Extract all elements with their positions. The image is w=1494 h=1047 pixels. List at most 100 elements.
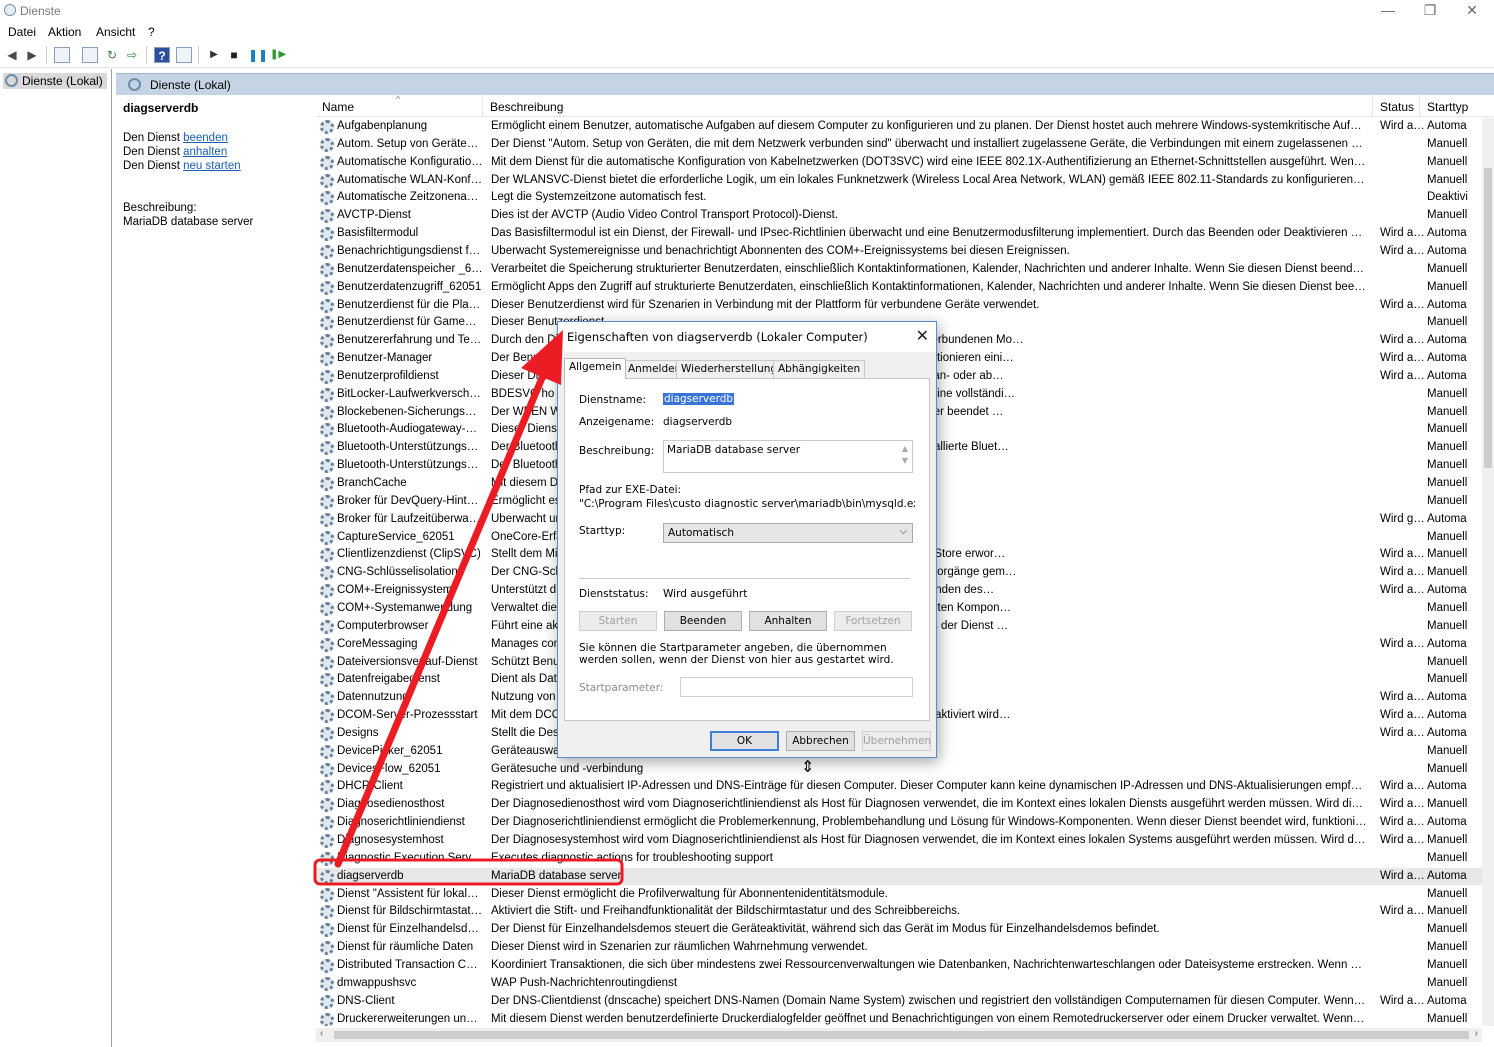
pause-button[interactable]: Anhalten (749, 611, 827, 631)
service-name-cell: CNG-Schlüsselisolation (337, 566, 458, 579)
column-divider[interactable] (1419, 95, 1420, 117)
gear-icon (320, 155, 334, 170)
table-row[interactable]: Automatische WLAN-Konfi… Der WLANSVC-Dien… (316, 172, 1482, 190)
table-row[interactable]: Automatische Zeitzonenakt… Legt die Syste… (316, 189, 1482, 207)
table-row[interactable]: Dienst für räumliche Daten Dieser Dienst … (316, 939, 1482, 957)
service-status-cell: Wird au… (1380, 834, 1430, 846)
scroll-right-icon[interactable]: › (1475, 1028, 1478, 1039)
column-divider[interactable] (1372, 95, 1373, 117)
scroll-thumb[interactable] (334, 1031, 1469, 1039)
horizontal-scrollbar[interactable]: ‹ › (316, 1028, 1482, 1042)
service-status-cell: Wird au… (1380, 548, 1430, 561)
table-row[interactable]: Druckererweiterungen und … Mit diesem Die… (316, 1011, 1482, 1026)
table-row[interactable]: Benutzerdatenzugriff_62051 Ermöglicht App… (316, 279, 1482, 297)
service-description-cell: Der Diagnoserichtliniendienst ermöglicht… (491, 816, 1367, 829)
vertical-scrollbar[interactable] (1482, 118, 1494, 1026)
ok-button[interactable]: OK (710, 731, 779, 751)
table-row[interactable]: Autom. Setup von Geräten, … Der Dienst "A… (316, 136, 1482, 154)
description-scroll-icon[interactable]: ▲ ▼ (900, 443, 910, 471)
scroll-left-icon[interactable]: ‹ (320, 1028, 323, 1039)
table-row[interactable]: Automatische Konfiguratio… Mit dem Dienst… (316, 154, 1482, 172)
pause-service-link[interactable]: anhalten (183, 146, 227, 158)
tab-abhaengigkeiten[interactable]: Abhängigkeiten (773, 360, 866, 378)
gear-icon (320, 726, 334, 741)
table-row[interactable]: Aufgabenplanung Ermöglicht einem Benutzer… (316, 118, 1482, 136)
maximize-button[interactable]: ❐ (1410, 1, 1450, 21)
menu-ansicht[interactable]: Ansicht (96, 25, 135, 39)
menu-datei[interactable]: Datei (8, 25, 36, 39)
forward-icon[interactable]: ▶ (24, 47, 40, 63)
startparam-input[interactable] (680, 677, 913, 697)
table-row[interactable]: Benutzerdatenspeicher _620… Verarbeitet d… (316, 261, 1482, 279)
refresh-icon[interactable]: ↻ (104, 47, 120, 63)
cancel-button[interactable]: Abbrechen (786, 731, 855, 751)
table-row[interactable]: DHCP-Client Registriert und aktualisiert … (316, 778, 1482, 796)
stop-service-link[interactable]: beenden (183, 132, 228, 144)
column-status[interactable]: Status (1380, 100, 1414, 114)
service-description-cell: Dies ist der AVCTP (Audio Video Control … (491, 209, 839, 222)
column-description[interactable]: Beschreibung (490, 100, 563, 114)
table-row[interactable]: Benachrichtigungsdienst fü… Überwacht Sys… (316, 243, 1482, 261)
console-tree-icon[interactable] (54, 47, 70, 63)
service-starttype-cell: Manuell (1427, 673, 1468, 686)
service-name-cell: Datenfreigabedienst (337, 673, 440, 686)
service-name-cell: Blockebenen-Sicherungsm… (337, 405, 483, 418)
service-name-cell: Bluetooth-Audiogateway-D… (337, 423, 483, 436)
service-status-cell: Wird au… (1380, 298, 1430, 311)
table-row[interactable]: Benutzerdienst für die Plattf… Dieser Ben… (316, 297, 1482, 315)
dialog-close-icon[interactable]: ✕ (916, 326, 929, 345)
table-row[interactable]: dmwappushsvc WAP Push-Nachrichtenroutingd… (316, 975, 1482, 993)
service-name-value[interactable]: diagserverdb (663, 393, 735, 405)
table-row[interactable]: Diagnosesystemhost Der Diagnosesystemhost… (316, 832, 1482, 850)
table-row[interactable]: Dienst für Bildschirmtastatu… Aktiviert d… (316, 903, 1482, 921)
menu-help[interactable]: ? (148, 25, 155, 39)
play-icon[interactable]: ▶ (206, 47, 222, 63)
resume-button[interactable]: Fortsetzen (834, 611, 912, 631)
minimize-button[interactable]: — (1368, 1, 1408, 21)
table-row[interactable]: Dienst "Assistent für lokale … Dieser Die… (316, 886, 1482, 904)
service-name-cell: BranchCache (337, 477, 407, 489)
start-button[interactable]: Starten (579, 611, 657, 631)
tab-allgemein[interactable]: Allgemein (564, 358, 627, 379)
display-name-value[interactable]: diagserverdb (663, 416, 732, 428)
description-field[interactable]: MariaDB database server ▲ ▼ (663, 440, 913, 473)
service-description-cell: MariaDB database server (491, 869, 622, 882)
table-row[interactable]: Basisfiltermodul Das Basisfiltermodul ist… (316, 225, 1482, 243)
view-icon[interactable] (176, 47, 192, 63)
apply-button[interactable]: Übernehmen (862, 731, 931, 751)
tab-wiederherstellung[interactable]: Wiederherstellung (676, 360, 783, 378)
column-starttype[interactable]: Starttyp (1427, 100, 1468, 114)
stop-icon[interactable]: ■ (226, 47, 242, 63)
gear-icon (320, 316, 334, 331)
table-row[interactable]: DevicesFlow_62051 Gerätesuche und -verbin… (316, 761, 1482, 779)
service-status-cell: Wird au… (1380, 244, 1430, 257)
table-row[interactable]: diagserverdb MariaDB database server Wird … (316, 867, 1482, 886)
table-row[interactable]: Diagnosedienosthost Der Diagnosedienostho… (316, 796, 1482, 814)
column-divider[interactable] (482, 95, 483, 117)
export-icon[interactable]: ⇨ (124, 47, 140, 63)
table-row[interactable]: Distributed Transaction Coo… Koordiniert … (316, 957, 1482, 975)
column-name[interactable]: Name (322, 100, 354, 114)
stop-button[interactable]: Beenden (664, 611, 742, 631)
restart-icon[interactable]: ❚▶ (270, 47, 286, 63)
back-icon[interactable]: ◀ (4, 47, 20, 63)
restart-service-link[interactable]: neu starten (183, 160, 241, 172)
close-button[interactable]: ✕ (1452, 1, 1492, 21)
service-starttype-cell: Manuell (1427, 494, 1468, 507)
table-row[interactable]: Diagnostic Execution Service Executes dia… (316, 850, 1482, 868)
service-starttype-cell: Automa (1427, 298, 1467, 311)
properties-icon[interactable] (82, 47, 98, 63)
gear-icon (320, 994, 334, 1009)
scroll-thumb[interactable] (1484, 168, 1492, 468)
table-row[interactable]: Diagnoserichtliniendienst Der Diagnoseric… (316, 814, 1482, 832)
table-row[interactable]: Dienst für Einzelhandelsde… Der Dienst fü… (316, 921, 1482, 939)
service-description-cell: Ermöglicht Apps den Zugriff auf struktur… (491, 280, 1367, 293)
help-icon[interactable]: ? (154, 47, 170, 63)
table-row[interactable]: AVCTP-Dienst Dies ist der AVCTP (Audio Vi… (316, 207, 1482, 225)
service-name-cell: COM+-Systemanwendung (337, 601, 473, 614)
table-row[interactable]: DNS-Client Der DNS-Clientdienst (dnscache… (316, 993, 1482, 1011)
tree-node-services[interactable]: Dienste (Lokal) (3, 73, 107, 89)
menu-aktion[interactable]: Aktion (48, 25, 81, 39)
pause-icon[interactable]: ❚❚ (248, 47, 268, 63)
starttype-select[interactable]: Automatisch ⌵ (663, 523, 913, 543)
